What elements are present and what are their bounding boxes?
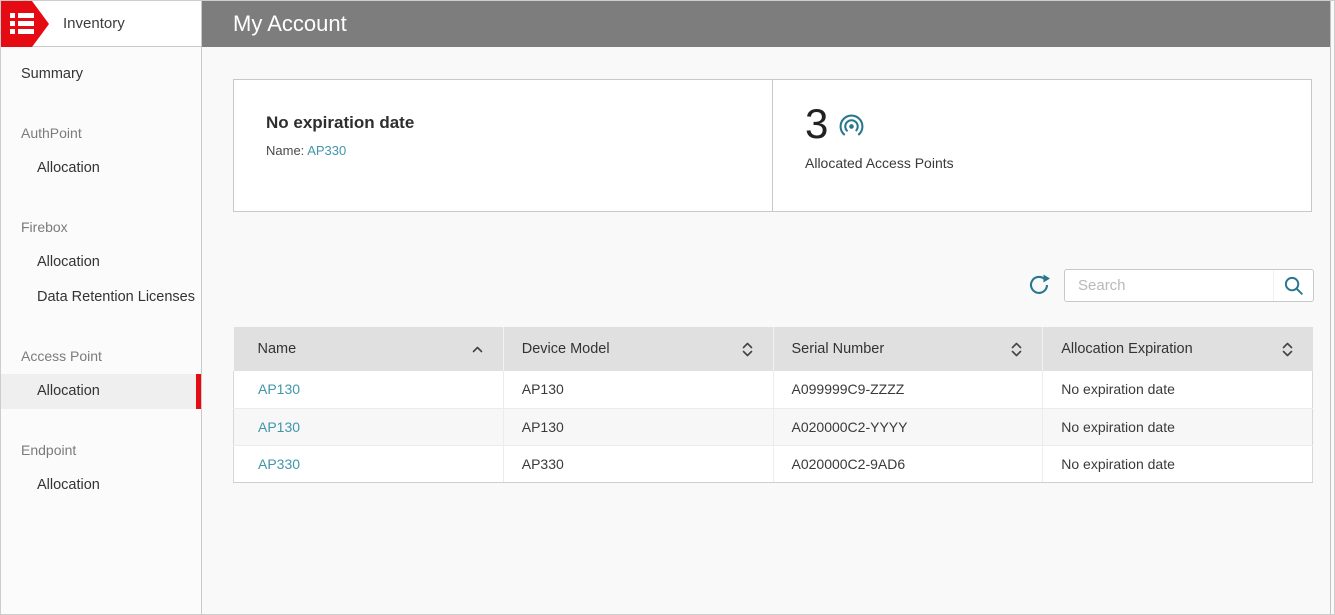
device-model-cell: AP330 <box>503 445 774 483</box>
nav-group-access-point: Access Point Allocation <box>1 339 201 409</box>
column-header-name[interactable]: Name <box>233 327 504 371</box>
column-label-device-model: Device Model <box>521 341 610 357</box>
nav-group-endpoint: Endpoint Allocation <box>1 433 201 503</box>
column-label-allocation-expiration: Allocation Expiration <box>1061 341 1193 357</box>
search-button[interactable] <box>1273 270 1313 301</box>
nav-header-firebox: Firebox <box>21 219 68 235</box>
allocated-count-row: 3 <box>805 102 1311 146</box>
table-toolbar <box>233 269 1314 302</box>
sort-ascending-icon <box>472 346 483 352</box>
devices-table-body: AP130 AP130 A099999C9-ZZZZ No expiration… <box>233 371 1313 483</box>
serial-number-cell: A020000C2-YYYY <box>773 408 1044 446</box>
allocation-expiration-cell: No expiration date <box>1042 445 1313 483</box>
allocated-card-label: Allocated Access Points <box>805 155 954 171</box>
sidebar-nav: Summary AuthPoint Allocation Firebox All… <box>1 47 201 503</box>
column-label-name: Name <box>257 341 297 357</box>
serial-number-cell: A099999C9-ZZZZ <box>773 371 1044 409</box>
allocated-card: 3 Allocated Access Points <box>772 79 1312 212</box>
scrollbar-track[interactable] <box>1330 1 1334 614</box>
expiration-card-subtitle: Name: AP330 <box>266 143 772 158</box>
sidebar: Inventory Summary AuthPoint Allocation F… <box>1 1 202 614</box>
devices-table-header: Name Device Model Serial Number Allocati… <box>233 327 1313 371</box>
brand-pennant-list-icon <box>1 1 49 47</box>
sidebar-header: Inventory <box>1 1 201 47</box>
expiration-card-title: No expiration date <box>266 113 415 132</box>
topbar: My Account <box>202 1 1330 47</box>
sidebar-item-access-point-allocation[interactable]: Allocation <box>1 374 201 409</box>
name-label: Name: <box>266 143 305 158</box>
device-name-link[interactable]: AP330 <box>307 143 346 158</box>
search-icon <box>1284 276 1303 295</box>
expiration-card: No expiration date Name: AP330 <box>233 79 773 212</box>
sidebar-item-data-retention-licenses[interactable]: Data Retention Licenses <box>1 280 201 315</box>
table-row: AP130 AP130 A099999C9-ZZZZ No expiration… <box>233 371 1313 409</box>
sidebar-item-firebox-allocation[interactable]: Allocation <box>1 245 201 280</box>
device-model-cell: AP130 <box>503 371 774 409</box>
page-title: My Account <box>233 11 347 36</box>
column-header-device-model[interactable]: Device Model <box>503 327 774 371</box>
serial-number-cell: A020000C2-9AD6 <box>773 445 1044 483</box>
sort-both-icon <box>1011 342 1022 356</box>
allocation-expiration-cell: No expiration date <box>1042 408 1313 446</box>
table-row: AP330 AP330 A020000C2-9AD6 No expiration… <box>233 445 1313 483</box>
sidebar-item-summary[interactable]: Summary <box>1 57 201 92</box>
allocated-count: 3 <box>805 100 829 147</box>
allocation-expiration-cell: No expiration date <box>1042 371 1313 409</box>
sort-both-icon <box>1282 342 1292 356</box>
search-box <box>1064 269 1314 302</box>
search-input[interactable] <box>1065 270 1273 301</box>
device-link[interactable]: AP330 <box>258 456 300 472</box>
device-link[interactable]: AP130 <box>258 419 300 435</box>
device-link[interactable]: AP130 <box>258 381 300 397</box>
sidebar-title: Inventory <box>63 15 125 32</box>
column-header-allocation-expiration[interactable]: Allocation Expiration <box>1042 327 1313 371</box>
devices-table: Name Device Model Serial Number Allocati… <box>233 327 1313 483</box>
summary-cards: No expiration date Name: AP330 3 Allocat… <box>233 79 1314 212</box>
app-window: Inventory Summary AuthPoint Allocation F… <box>0 0 1335 615</box>
table-row: AP130 AP130 A020000C2-YYYY No expiration… <box>233 408 1313 446</box>
content: No expiration date Name: AP330 3 Allocat… <box>202 47 1330 483</box>
sidebar-item-endpoint-allocation[interactable]: Allocation <box>1 468 201 503</box>
nav-group-general: Summary <box>1 57 201 92</box>
column-header-serial-number[interactable]: Serial Number <box>773 327 1044 371</box>
nav-header-endpoint: Endpoint <box>21 442 77 458</box>
main-area: My Account No expiration date Name: AP33… <box>202 1 1330 614</box>
access-point-icon <box>839 114 864 139</box>
nav-header-access-point: Access Point <box>21 348 102 364</box>
device-model-cell: AP130 <box>503 408 774 446</box>
nav-group-firebox: Firebox Allocation Data Retention Licens… <box>1 210 201 315</box>
nav-group-authpoint: AuthPoint Allocation <box>1 116 201 186</box>
nav-header-authpoint: AuthPoint <box>21 125 82 141</box>
column-label-serial-number: Serial Number <box>791 341 885 357</box>
refresh-icon <box>1029 274 1050 294</box>
sidebar-item-authpoint-allocation[interactable]: Allocation <box>1 151 201 186</box>
refresh-button[interactable] <box>1026 273 1051 298</box>
sort-both-icon <box>742 342 752 356</box>
